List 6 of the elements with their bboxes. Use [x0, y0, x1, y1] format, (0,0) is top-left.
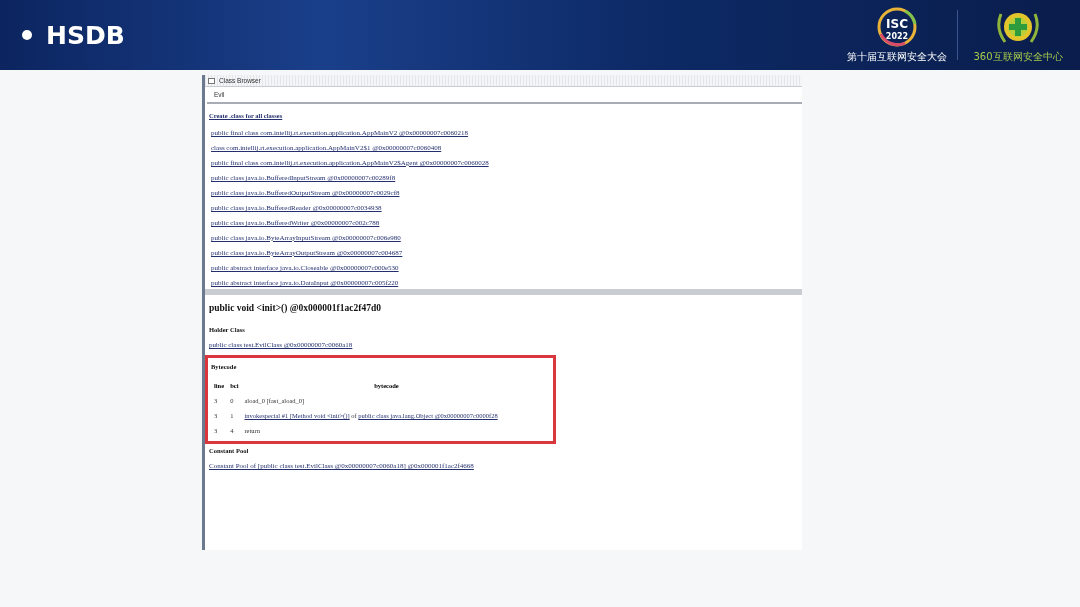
method-title: public void <init>() @0x000001f1ac2f47d0	[209, 303, 381, 313]
bullet-icon	[22, 30, 32, 40]
isc-logo-icon: ISC 2022	[875, 6, 919, 48]
logo-caption: 360互联网安全中心	[973, 50, 1063, 64]
logo-caption: 第十届互联网安全大会	[847, 50, 947, 64]
slide-title: HSDB	[46, 20, 125, 50]
